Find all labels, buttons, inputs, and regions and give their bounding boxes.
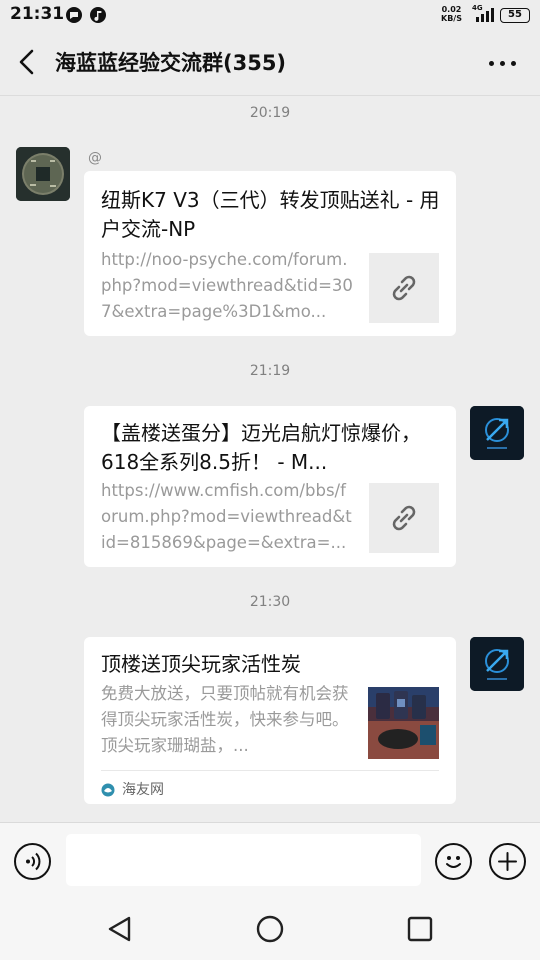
- chevron-left-icon: [19, 49, 34, 75]
- link-card-title: 【盖楼送蛋分】迈光启航灯惊爆价，618全系列8.5折！ - M...: [101, 421, 421, 474]
- plus-button[interactable]: [489, 843, 526, 880]
- article-source: 海友网: [122, 782, 164, 798]
- link-card[interactable]: 纽斯K7 V3（三代）转发顶贴送礼 - 用户交流-NP http://noo-p…: [84, 171, 456, 336]
- more-options-button[interactable]: [484, 48, 520, 78]
- link-icon: [392, 505, 416, 531]
- card-divider: [101, 770, 439, 771]
- voice-icon: [26, 852, 41, 871]
- signal-icon: [474, 8, 494, 22]
- nav-back-button[interactable]: [105, 914, 135, 944]
- link-card-description: https://www.cmfish.com/bbs/forum.php?mod…: [101, 481, 352, 552]
- nav-recents-button[interactable]: [405, 914, 435, 944]
- link-thumbnail: [369, 483, 439, 553]
- status-bar: 21:31 0.02 KB/S 4G 55: [0, 0, 540, 30]
- message-timestamp: 20:19: [249, 105, 291, 121]
- message-timestamp: 21:19: [249, 363, 291, 379]
- input-bar: [0, 822, 540, 898]
- network-speed: 0.02 KB/S: [441, 5, 462, 23]
- brand-logo-avatar[interactable]: [470, 406, 524, 460]
- link-thumbnail: [369, 253, 439, 323]
- message-timestamp: 21:30: [249, 594, 291, 610]
- product-photo: [368, 687, 439, 759]
- coin-avatar[interactable]: [16, 147, 70, 201]
- sender-name: @: [88, 150, 102, 166]
- site-logo-icon: [101, 782, 115, 797]
- link-icon: [392, 275, 416, 301]
- brand-logo-avatar[interactable]: [470, 637, 524, 691]
- status-time: 21:31: [10, 4, 65, 24]
- battery-icon: 55: [500, 8, 530, 23]
- link-card-title: 纽斯K7 V3（三代）转发顶贴送礼 - 用户交流-NP: [101, 188, 440, 241]
- system-nav-bar: [0, 898, 540, 960]
- emoji-icon: [446, 856, 461, 868]
- chat-bubble-icon: [66, 7, 82, 23]
- network-speed-value: 0.02: [441, 5, 462, 14]
- back-button[interactable]: [12, 46, 44, 78]
- emoji-button[interactable]: [435, 843, 472, 880]
- home-circle-icon: [256, 915, 284, 943]
- article-card-description: 免费大放送，只要顶帖就有机会获得顶尖玩家活性炭，快来参与吧。顶尖玩家珊瑚盐，..…: [101, 684, 349, 755]
- link-card-description: http://noo-psyche.com/forum.php?mod=view…: [101, 250, 353, 321]
- message-input[interactable]: [66, 834, 421, 886]
- chat-header: 海蓝蓝经验交流群(355): [0, 30, 540, 96]
- recents-square-icon: [407, 916, 433, 942]
- plus-icon: [498, 852, 517, 871]
- voice-button[interactable]: [14, 843, 51, 880]
- network-speed-unit: KB/S: [441, 14, 462, 23]
- nav-home-button[interactable]: [255, 914, 285, 944]
- article-card-title: 顶楼送顶尖玩家活性炭: [101, 652, 301, 676]
- article-card[interactable]: 顶楼送顶尖玩家活性炭 免费大放送，只要顶帖就有机会获得顶尖玩家活性炭，快来参与吧…: [84, 637, 456, 804]
- chat-title: 海蓝蓝经验交流群(355): [55, 51, 287, 75]
- music-app-icon: [90, 7, 106, 23]
- back-triangle-icon: [108, 916, 131, 942]
- link-card[interactable]: 【盖楼送蛋分】迈光启航灯惊爆价，618全系列8.5折！ - M... https…: [84, 406, 456, 567]
